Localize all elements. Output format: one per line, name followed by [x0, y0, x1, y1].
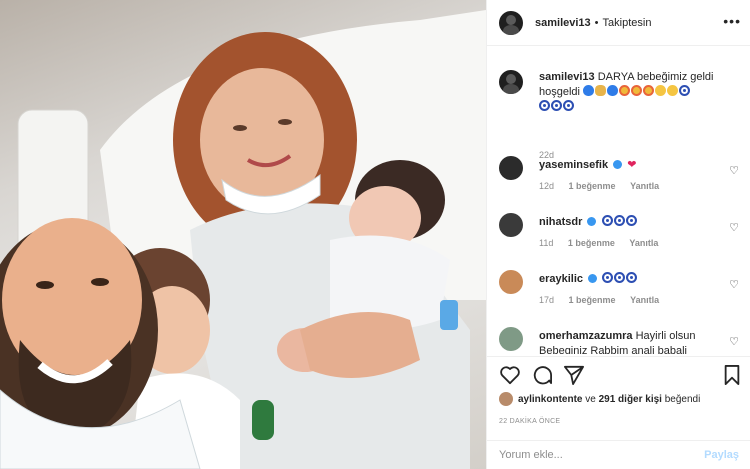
nazar-icon: [679, 85, 691, 96]
comment-avatar[interactable]: [499, 156, 523, 180]
comment-icon[interactable]: [531, 365, 553, 385]
blue-heart-icon: [583, 85, 595, 96]
comment-item: yaseminsefik ❤ 12d 1 beğenme Yanıtla ♡: [499, 156, 739, 196]
kissing-face-icon: [667, 85, 679, 96]
comment-username[interactable]: eraykilic: [539, 273, 583, 285]
comment-meta: 17d 1 beğenme Yanıtla: [539, 295, 671, 305]
add-comment-bar: Paylaş: [487, 440, 750, 469]
heart-outline-icon[interactable]: [499, 365, 521, 385]
post-actions: [487, 356, 750, 396]
instagram-post: samilevi13 • Takiptesin ••• samilevi13 D…: [0, 0, 750, 469]
comment-text: nihatsdr: [539, 215, 719, 230]
nazar-icon: [601, 215, 613, 226]
heart-outline-icon[interactable]: ♡: [729, 164, 739, 177]
comment-text: yaseminsefik ❤: [539, 158, 719, 173]
verified-badge-icon: [613, 160, 623, 169]
comment-input[interactable]: [499, 449, 705, 461]
more-dots-icon[interactable]: •••: [723, 13, 741, 29]
bookmark-icon[interactable]: [723, 365, 741, 385]
author-avatar[interactable]: [499, 10, 523, 35]
comment-avatar[interactable]: [499, 270, 523, 294]
likes-summary: aylinkontente ve 291 diğer kişi beğendi: [499, 392, 700, 406]
caption-avatar[interactable]: [499, 70, 523, 94]
comment-meta: 12d 1 beğenme Yanıtla: [539, 181, 671, 191]
comment-likes[interactable]: 1 beğenme: [569, 181, 616, 191]
nazar-icon: [539, 100, 550, 111]
comment-time[interactable]: 12d: [539, 181, 554, 191]
comment-username[interactable]: nihatsdr: [539, 216, 582, 228]
star-struck-icon: [619, 85, 631, 96]
heart-outline-icon[interactable]: ♡: [729, 278, 739, 291]
post-photo[interactable]: [0, 0, 486, 469]
likes-suffix: beğendi: [664, 393, 701, 405]
comment-time[interactable]: 11d: [539, 238, 553, 248]
nazar-icon: [625, 215, 637, 226]
nazar-icon: [626, 272, 638, 283]
post-header: samilevi13 • Takiptesin •••: [487, 0, 750, 46]
comment-meta: 11d 1 beğenme Yanıtla: [539, 238, 670, 248]
comment-username[interactable]: omerhamzazumra: [539, 330, 633, 342]
heart-outline-icon[interactable]: ♡: [729, 335, 739, 348]
nazar-icon: [551, 100, 562, 111]
follow-status[interactable]: Takiptesin: [603, 17, 652, 29]
bracelet: [252, 400, 274, 440]
comment-time[interactable]: 17d: [539, 295, 554, 305]
comment-avatar[interactable]: [499, 327, 523, 351]
nazar-icon: [563, 100, 574, 111]
header-separator: •: [594, 16, 599, 29]
post-sidebar: samilevi13 • Takiptesin ••• samilevi13 D…: [486, 0, 750, 469]
paper-plane-icon[interactable]: [563, 365, 585, 385]
verified-badge-icon: [588, 274, 598, 283]
comment-item: omerhamzazumra Hayirli olsun Bebeginiz R…: [499, 327, 739, 354]
nazar-icon: [602, 272, 614, 283]
comment-username[interactable]: yaseminsefik: [539, 159, 608, 171]
comment-likes[interactable]: 1 beğenme: [569, 295, 616, 305]
comment-likes[interactable]: 1 beğenme: [568, 238, 615, 248]
red-heart-icon: ❤: [627, 159, 637, 171]
liker-avatar[interactable]: [499, 392, 513, 406]
heart-outline-icon[interactable]: ♡: [729, 221, 739, 234]
caption-text: samilevi13 DARYA bebeğimiz geldi hoşgeld…: [539, 70, 739, 115]
comment-text: eraykilic: [539, 272, 719, 287]
comment-text: omerhamzazumra Hayirli olsun Bebeginiz R…: [539, 329, 719, 354]
nazar-icon: [613, 215, 625, 226]
star-struck-icon: [631, 85, 643, 96]
comment-item: nihatsdr 11d 1 beğenme Yanıtla ♡: [499, 213, 739, 253]
first-liker[interactable]: aylinkontente: [518, 394, 582, 405]
praying-hands-icon: [595, 85, 607, 96]
reply-button[interactable]: Yanıtla: [630, 295, 659, 305]
reply-button[interactable]: Yanıtla: [629, 238, 658, 248]
kissing-face-icon: [655, 85, 667, 96]
likes-others[interactable]: 291 diğer kişi: [599, 394, 662, 405]
comment-avatar[interactable]: [499, 213, 523, 237]
reply-button[interactable]: Yanıtla: [630, 181, 659, 191]
comments-section[interactable]: samilevi13 DARYA bebeğimiz geldi hoşgeld…: [487, 46, 750, 354]
nazar-icon: [614, 272, 626, 283]
post-timestamp[interactable]: 22 DAKİKA ÖNCE: [499, 418, 560, 425]
verified-badge-icon: [587, 217, 597, 226]
likes-connector: ve: [585, 393, 596, 405]
star-struck-icon: [643, 85, 655, 96]
family-hospital-photo: [0, 10, 486, 469]
author-username[interactable]: samilevi13: [535, 17, 591, 29]
blue-heart-icon: [607, 85, 619, 96]
caption-username[interactable]: samilevi13: [539, 71, 595, 83]
comment-item: eraykilic 17d 1 beğenme Yanıtla ♡: [499, 270, 739, 310]
share-comment-button[interactable]: Paylaş: [704, 449, 739, 461]
